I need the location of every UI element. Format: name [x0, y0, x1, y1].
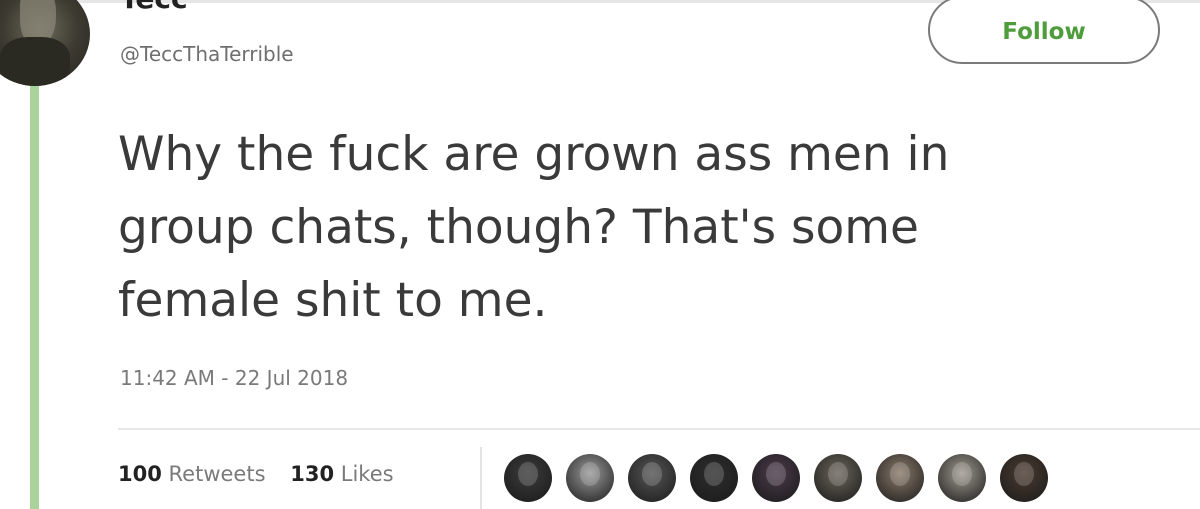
retweets-count[interactable]: 100	[118, 462, 162, 486]
liker-avatar[interactable]	[752, 454, 800, 502]
liker-avatar[interactable]	[690, 454, 738, 502]
retweets-label[interactable]: Retweets	[169, 462, 266, 486]
likes-count[interactable]: 130	[290, 462, 334, 486]
avatar[interactable]	[0, 0, 90, 86]
liker-avatar[interactable]	[628, 454, 676, 502]
liker-avatars	[504, 454, 1048, 506]
liker-avatar[interactable]	[814, 454, 862, 502]
tweet-timestamp[interactable]: 11:42 AM - 22 Jul 2018	[120, 366, 348, 390]
avatar-shoulders	[0, 37, 70, 86]
thread-bar	[30, 86, 39, 509]
stats-separator	[480, 447, 482, 509]
liker-avatar[interactable]	[1000, 454, 1048, 502]
likes-label[interactable]: Likes	[341, 462, 394, 486]
stats-divider	[118, 428, 1200, 430]
tweet-stats: 100 Retweets 130 Likes	[118, 462, 394, 486]
display-name[interactable]: Tecc	[120, 0, 188, 15]
liker-avatar[interactable]	[938, 454, 986, 502]
liker-avatar[interactable]	[504, 454, 552, 502]
follow-button-label: Follow	[1002, 19, 1086, 45]
follow-button[interactable]: Follow	[928, 0, 1160, 64]
user-handle[interactable]: @TeccThaTerrible	[120, 42, 294, 66]
liker-avatar[interactable]	[566, 454, 614, 502]
tweet-text: Why the fuck are grown ass men in group …	[118, 127, 950, 328]
liker-avatar[interactable]	[876, 454, 924, 502]
